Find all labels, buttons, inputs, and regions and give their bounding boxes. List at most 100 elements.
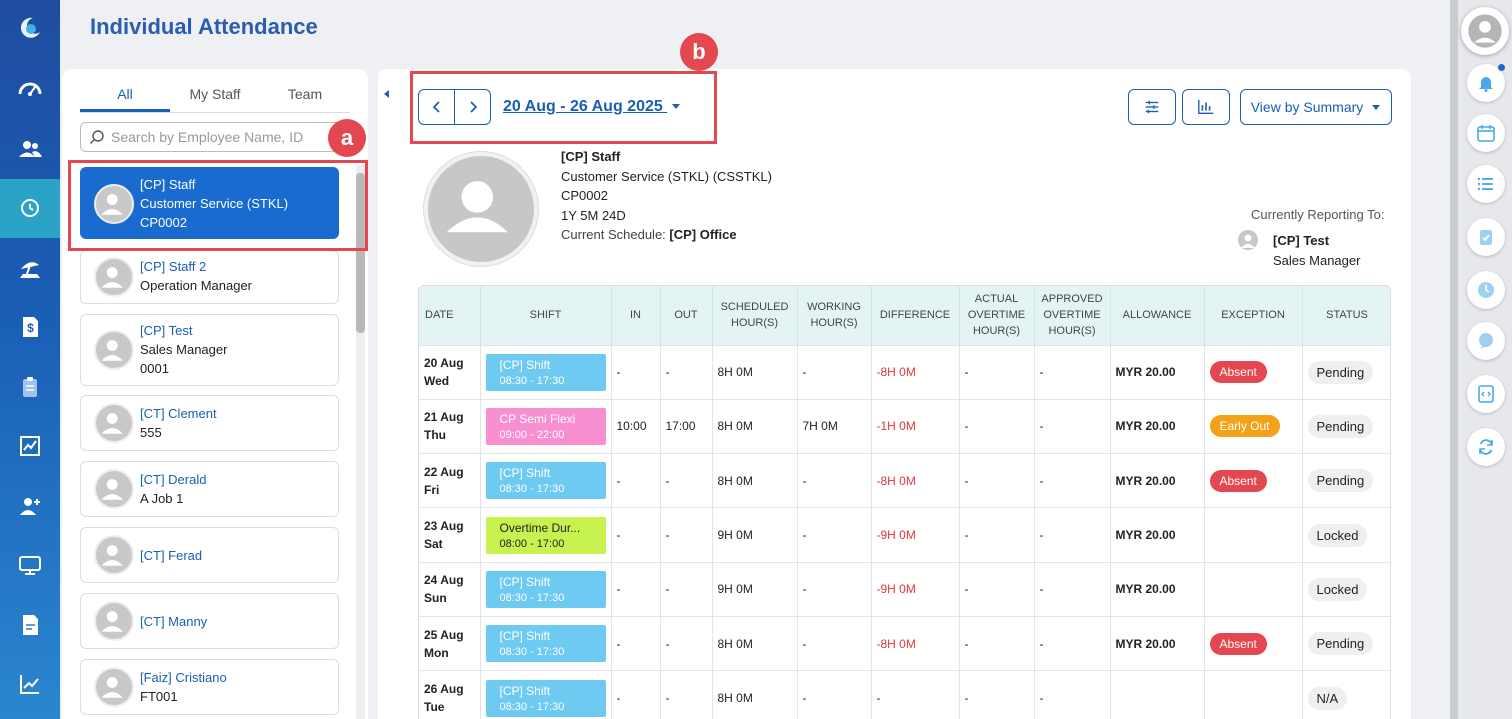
shift-cell: CP Semi Flexi 09:00 - 22:00 (480, 398, 612, 454)
shift-block[interactable]: Overtime Dur... 08:00 - 17:00 (485, 516, 606, 554)
status-badge[interactable]: Pending (1307, 414, 1374, 438)
shift-block[interactable]: CP Semi Flexi 09:00 - 22:00 (485, 407, 606, 445)
view-by-select[interactable]: View by Summary (1240, 89, 1392, 125)
exception-badge[interactable]: Absent (1209, 632, 1267, 655)
out-cell: - (660, 344, 713, 400)
exception-badge[interactable]: Absent (1209, 361, 1267, 384)
actual-ot-cell: - (959, 670, 1035, 719)
table-row[interactable]: 25 Aug Mon [CP] Shift 08:30 - 17:30- -8H 0M -… (419, 615, 1390, 671)
status-badge[interactable]: Locked (1307, 577, 1368, 601)
exception-badge[interactable]: Absent (1209, 469, 1267, 492)
column-header: DIFFERENCE (871, 286, 960, 345)
report-chart-icon[interactable] (0, 417, 60, 477)
avatar (94, 330, 134, 370)
actual-overtime: - (964, 582, 969, 597)
column-header: SHIFT (480, 286, 612, 345)
annotation-label-a: a (328, 119, 366, 157)
allowance-value: MYR 20.00 (1115, 473, 1176, 488)
tab-all[interactable]: All (80, 83, 170, 112)
user-avatar[interactable] (1461, 7, 1509, 55)
scheduled-cell: 8H 0M (712, 398, 798, 454)
collapse-panel-tab[interactable] (378, 69, 398, 719)
shift-time: 08:30 - 17:30 (499, 646, 565, 659)
actual-overtime: - (964, 419, 969, 434)
staff-card-cp-staff-2[interactable]: [CP] Staff 2 Operation Manager (80, 250, 339, 304)
table-row[interactable]: 22 Aug Fri [CP] Shift 08:30 - 17:30- -8H 0M -… (419, 453, 1390, 508)
chart-view-button[interactable] (1182, 89, 1230, 125)
status-badge[interactable]: Pending (1307, 469, 1374, 493)
table-row[interactable]: 21 Aug Thu CP Semi Flexi 09:00 - 22:00 10:00… (419, 398, 1390, 454)
add-user-icon[interactable] (0, 476, 60, 536)
people-icon[interactable] (0, 119, 60, 179)
shift-block[interactable]: [CP] Shift 08:30 - 17:30 (485, 570, 606, 608)
tab-team[interactable]: Team (260, 83, 350, 112)
approved-overtime: - (1039, 365, 1044, 380)
table-header: DATE SHIFT IN OUT SCHEDULED HOUR(S) WORKING H… (419, 286, 1390, 345)
shift-name: [CP] Shift (499, 574, 551, 589)
shift-time: 09:00 - 22:00 (499, 428, 565, 441)
document-icon[interactable] (0, 595, 60, 655)
table-row[interactable]: 24 Aug Sun [CP] Shift 08:30 - 17:30- -9H 0M -… (419, 561, 1390, 617)
attendance-clock-icon[interactable] (0, 178, 60, 238)
clock-button[interactable] (1467, 271, 1505, 309)
table-row[interactable]: 23 Aug Sat Overtime Dur... 08:00 - 17:00- -9… (419, 507, 1390, 563)
clipboard-icon[interactable] (0, 357, 60, 417)
clock-in: 10:00 (616, 419, 647, 434)
status-badge[interactable]: N/A (1307, 686, 1348, 710)
dashboard-icon[interactable] (0, 56, 60, 119)
status-badge[interactable]: Pending (1307, 632, 1374, 656)
approved-overtime: - (1039, 473, 1044, 488)
shift-block[interactable]: [CP] Shift 08:30 - 17:30 (485, 625, 606, 663)
search-input[interactable] (111, 129, 331, 145)
avatar (94, 667, 134, 707)
shift-cell: [CP] Shift 08:30 - 17:30 (480, 453, 612, 508)
column-header: DATE (419, 286, 481, 345)
shift-name: Overtime Dur... (499, 520, 581, 535)
filter-settings-button[interactable] (1128, 89, 1176, 125)
difference-cell: -8H 0M (871, 453, 960, 508)
employee-tenure: 1Y 5M 24D (561, 207, 626, 223)
approved-overtime: - (1039, 528, 1044, 543)
date-cell: 22 Aug Fri (419, 453, 481, 508)
working-hours: - (802, 691, 807, 706)
embed-button[interactable] (1467, 375, 1505, 413)
staff-card-cp-test[interactable]: [CP] Test Sales Manager 0001 (80, 314, 339, 386)
staff-card-ct-manny[interactable]: [CT] Manny (80, 593, 339, 649)
analytics-icon[interactable] (0, 655, 60, 715)
table-row[interactable]: 20 Aug Wed [CP] Shift 08:30 - 17:30- -8H 0M -… (419, 344, 1390, 400)
working-cell: 7H 0M (797, 398, 872, 454)
shift-block[interactable]: [CP] Shift 08:30 - 17:30 (485, 353, 606, 391)
staff-card-ct-ferad[interactable]: [CT] Ferad (80, 527, 339, 583)
day-label: Thu (424, 428, 446, 443)
tasks-button[interactable] (1467, 218, 1505, 256)
chat-button[interactable] (1467, 322, 1505, 360)
staff-name: [CT] Clement (140, 406, 217, 421)
status-cell: Pending (1302, 344, 1390, 400)
scheduled-cell: 9H 0M (712, 507, 798, 563)
clock-out: - (665, 691, 670, 706)
status-badge[interactable]: Pending (1307, 360, 1374, 384)
calendar-button[interactable] (1467, 114, 1505, 152)
table-row[interactable]: 26 Aug Tue [CP] Shift 08:30 - 17:30 - - 8H 0M -… (419, 670, 1390, 719)
column-header: ACTUAL OVERTIME HOUR(S) (959, 286, 1035, 345)
shift-cell: [CP] Shift 08:30 - 17:30 (480, 344, 612, 400)
tab-my-staff[interactable]: My Staff (170, 83, 260, 112)
staff-card-ct-derald[interactable]: [CT] Derald A Job 1 (80, 461, 339, 517)
staff-card-faiz-cristiano[interactable]: [Faiz] Cristiano FT001 (80, 659, 339, 715)
notifications-button[interactable] (1467, 64, 1505, 102)
shift-block[interactable]: [CP] Shift 08:30 - 17:30 (485, 679, 606, 717)
approved-ot-cell: - (1034, 561, 1111, 617)
refresh-button[interactable] (1467, 428, 1505, 466)
status-badge[interactable]: Locked (1307, 523, 1368, 547)
app-logo-moon-icon[interactable] (0, 0, 60, 56)
leave-icon[interactable] (0, 238, 60, 298)
day-label: Sun (424, 591, 447, 606)
date-label: 26 Aug (424, 682, 464, 697)
shift-block[interactable]: [CP] Shift 08:30 - 17:30 (485, 462, 606, 500)
monitor-icon[interactable] (0, 536, 60, 596)
list-button[interactable] (1467, 165, 1505, 203)
refresh-icon (1479, 439, 1493, 455)
exception-badge[interactable]: Early Out (1209, 415, 1280, 438)
payroll-dollar-icon[interactable]: $ (0, 298, 60, 358)
staff-card-ct-clement[interactable]: [CT] Clement 555 (80, 395, 339, 451)
